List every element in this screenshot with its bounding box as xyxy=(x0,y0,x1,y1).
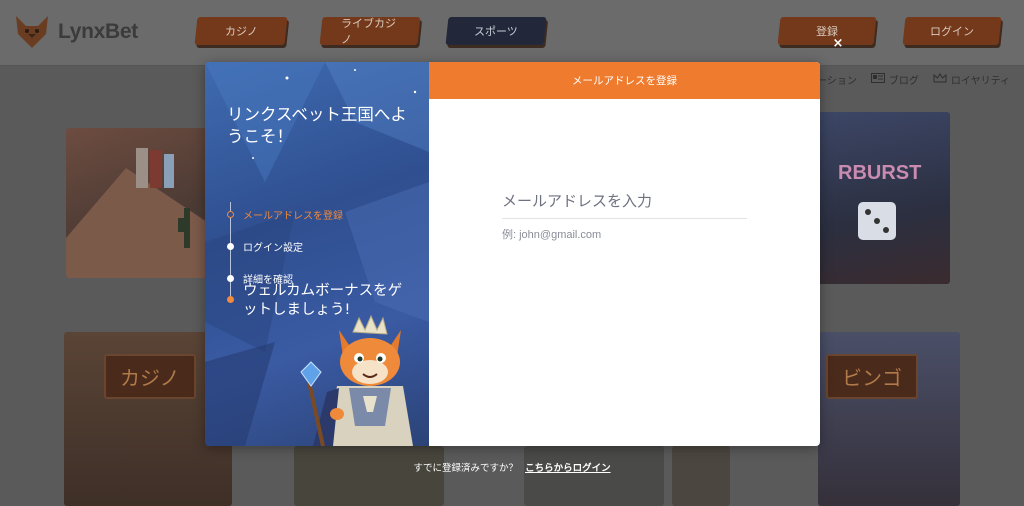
login-link[interactable]: こちらからログイン xyxy=(525,463,611,474)
close-icon[interactable]: × xyxy=(831,37,845,51)
registration-form-panel: メールアドレスを登録 メールアドレスを入力 xyxy=(429,62,820,446)
nav-casino-button[interactable]: カジノ xyxy=(194,17,288,45)
already-registered-text: すでに登録済みですか？ xyxy=(413,463,519,474)
welcome-title: リンクスベット王国へようこそ！ xyxy=(227,105,407,146)
logo-text: LynxBet xyxy=(58,20,138,43)
lynxbet-logo[interactable]: LynxBet xyxy=(12,14,138,50)
secondary-navigation: ーション ブログ ロイヤリティ xyxy=(817,72,1010,87)
lynx-king-mascot xyxy=(300,314,413,446)
registration-modal: リンクスベット王国へようこそ！ メールアドレスを登録 ログイン設定 詳細を確認 … xyxy=(205,62,820,446)
casino-category-label: カジノ xyxy=(104,354,196,399)
subnav-blog[interactable]: ブログ xyxy=(870,72,919,87)
lynx-logo-icon xyxy=(12,14,52,50)
crown-icon xyxy=(933,73,947,86)
nav-sports-button[interactable]: スポーツ xyxy=(445,17,547,45)
step-indicator-icon xyxy=(227,242,234,250)
email-input[interactable] xyxy=(502,229,747,241)
step-register-email: メールアドレスを登録 xyxy=(227,198,343,230)
already-registered-prompt: すでに登録済みですか？ こちらからログイン xyxy=(0,460,1024,474)
category-card-lottery[interactable] xyxy=(524,446,664,506)
form-header: メールアドレスを登録 xyxy=(429,62,820,99)
email-field-group: メールアドレスを入力 xyxy=(502,190,747,242)
register-button[interactable]: 登録 xyxy=(777,17,877,45)
desert-casino-illustration xyxy=(66,148,216,278)
subnav-loyalty[interactable]: ロイヤリティ xyxy=(933,72,1010,87)
category-card-slots[interactable] xyxy=(294,446,444,506)
game-card-starburst[interactable]: RBURST xyxy=(818,112,950,284)
dice-icon xyxy=(858,202,896,240)
game-card-casino-promo[interactable] xyxy=(66,128,216,278)
top-navigation-bar: LynxBet カジノ ライブカジノ スポーツ 登録 ログイン xyxy=(0,0,1024,66)
login-button[interactable]: ログイン xyxy=(902,17,1002,45)
promo-indicator-icon xyxy=(227,296,234,303)
subnav-promotion[interactable]: ーション xyxy=(817,72,857,87)
blog-icon xyxy=(870,73,885,86)
step-login-settings: ログイン設定 xyxy=(227,230,343,262)
category-card-other[interactable] xyxy=(672,446,730,506)
nav-live-casino-button[interactable]: ライブカジノ xyxy=(319,17,421,46)
step-indicator-icon xyxy=(227,210,234,218)
category-card-bingo[interactable]: ビンゴ xyxy=(818,332,960,506)
registration-steps: メールアドレスを登録 ログイン設定 詳細を確認 xyxy=(227,198,343,298)
bingo-category-label: ビンゴ xyxy=(826,354,918,399)
starburst-title: RBURST xyxy=(838,162,922,184)
welcome-panel: リンクスベット王国へようこそ！ メールアドレスを登録 ログイン設定 詳細を確認 … xyxy=(205,62,429,446)
email-field-label: メールアドレスを入力 xyxy=(502,190,747,219)
step-indicator-icon xyxy=(227,274,234,282)
